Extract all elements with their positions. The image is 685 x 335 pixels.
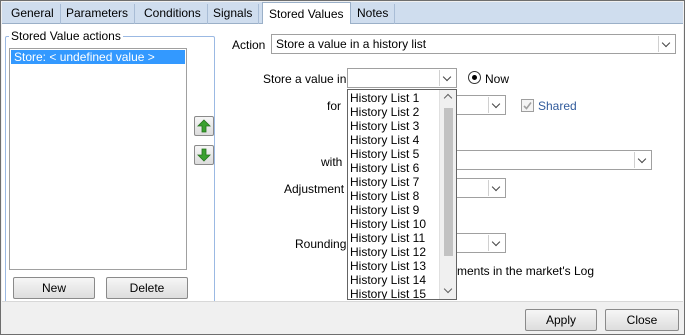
scroll-up-icon[interactable] bbox=[443, 93, 453, 103]
dropdown-option[interactable]: History List 2 bbox=[350, 105, 419, 119]
chevron-down-icon bbox=[661, 38, 671, 48]
dropdown-option[interactable]: History List 12 bbox=[350, 245, 426, 259]
for-dropdown-button[interactable] bbox=[488, 97, 504, 113]
adjustment-combo[interactable] bbox=[457, 178, 506, 198]
rounding-label: Rounding bbox=[295, 237, 347, 251]
shared-checkbox[interactable] bbox=[521, 99, 534, 112]
delete-button[interactable]: Delete bbox=[106, 277, 188, 299]
list-item[interactable]: Store: < undefined value > bbox=[11, 50, 185, 64]
action-value: Store a value in a history list bbox=[276, 37, 427, 51]
chevron-down-icon bbox=[442, 72, 452, 82]
now-label: Now bbox=[485, 72, 510, 86]
dropdown-option[interactable]: History List 9 bbox=[350, 203, 419, 217]
rounding-combo[interactable] bbox=[457, 233, 506, 253]
dropdown-option[interactable]: History List 5 bbox=[350, 147, 419, 161]
action-dropdown-button[interactable] bbox=[658, 36, 674, 52]
now-radio[interactable] bbox=[468, 71, 481, 84]
checkmark-icon bbox=[523, 102, 532, 110]
action-combo[interactable]: Store a value in a history list bbox=[271, 34, 676, 54]
with-label: with bbox=[321, 155, 343, 169]
rounding-dropdown-button[interactable] bbox=[488, 235, 504, 251]
action-label: Action bbox=[232, 38, 266, 52]
green-down-arrow-icon bbox=[197, 148, 211, 162]
apply-button[interactable]: Apply bbox=[525, 309, 597, 331]
store-label: Store a value in bbox=[263, 72, 347, 86]
with-dropdown-button[interactable] bbox=[634, 152, 650, 168]
tab-general[interactable]: General bbox=[5, 4, 61, 24]
chevron-down-icon bbox=[491, 237, 501, 247]
dropdown-option[interactable]: History List 8 bbox=[350, 189, 419, 203]
adjustment-label: Adjustment bbox=[284, 182, 345, 196]
group-title: Stored Value actions bbox=[9, 29, 123, 43]
dropdown-option[interactable]: History List 15 bbox=[350, 287, 426, 299]
dropdown-option[interactable]: History List 1 bbox=[350, 91, 419, 105]
tab-stored-values[interactable]: Stored Values bbox=[262, 2, 351, 25]
with-combo[interactable] bbox=[457, 150, 652, 170]
chevron-down-icon bbox=[637, 154, 647, 164]
new-button[interactable]: New bbox=[13, 277, 95, 299]
tab-signals[interactable]: Signals bbox=[207, 4, 260, 24]
scrollbar-thumb[interactable] bbox=[444, 108, 453, 256]
dialog-window: General Parameters Conditions Signals St… bbox=[0, 0, 685, 335]
chevron-down-icon bbox=[491, 99, 501, 109]
dropdown-option[interactable]: History List 7 bbox=[350, 175, 419, 189]
chevron-down-icon bbox=[491, 182, 501, 192]
scroll-down-icon[interactable] bbox=[443, 284, 453, 294]
green-up-arrow-icon bbox=[197, 119, 211, 133]
adjustment-dropdown-button[interactable] bbox=[488, 180, 504, 196]
tab-conditions[interactable]: Conditions bbox=[138, 4, 208, 24]
for-combo[interactable] bbox=[457, 95, 506, 115]
close-button[interactable]: Close bbox=[605, 309, 679, 331]
move-up-button[interactable] bbox=[194, 116, 214, 136]
store-combo[interactable] bbox=[347, 68, 457, 88]
tab-notes[interactable]: Notes bbox=[351, 4, 396, 24]
stored-value-list[interactable]: Store: < undefined value > bbox=[9, 48, 187, 270]
log-text: ments in the market's Log bbox=[457, 264, 595, 278]
for-label: for bbox=[327, 99, 342, 113]
dropdown-scrollbar[interactable] bbox=[439, 90, 456, 299]
store-dropdown-button[interactable] bbox=[439, 70, 455, 86]
dropdown-option[interactable]: History List 4 bbox=[350, 133, 419, 147]
shared-label: Shared bbox=[538, 99, 577, 113]
tab-parameters[interactable]: Parameters bbox=[60, 4, 136, 24]
dropdown-option[interactable]: History List 13 bbox=[350, 259, 426, 273]
dropdown-option[interactable]: History List 10 bbox=[350, 217, 426, 231]
dropdown-option[interactable]: History List 14 bbox=[350, 273, 426, 287]
history-list-dropdown[interactable]: History List 1 History List 2 History Li… bbox=[347, 89, 457, 300]
dropdown-option[interactable]: History List 6 bbox=[350, 161, 419, 175]
tab-strip: General Parameters Conditions Signals St… bbox=[2, 2, 683, 25]
move-down-button[interactable] bbox=[194, 145, 214, 165]
dropdown-option[interactable]: History List 11 bbox=[350, 231, 425, 245]
dropdown-option[interactable]: History List 3 bbox=[350, 119, 419, 133]
